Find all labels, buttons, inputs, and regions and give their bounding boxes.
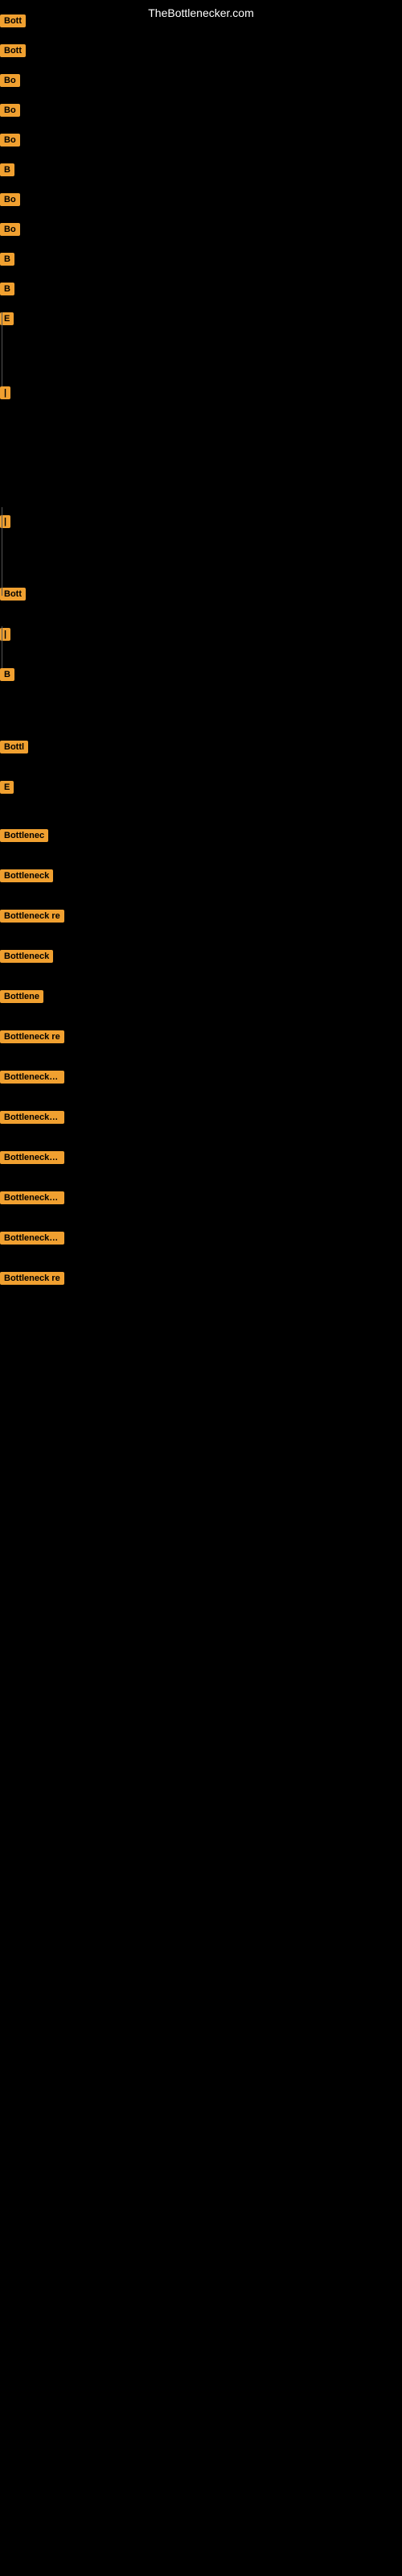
badge-label: Bott [0, 44, 26, 57]
badge-label: Bottlene [0, 990, 43, 1003]
badge-label: Bottleneck re [0, 1030, 64, 1043]
badge-row: E [0, 781, 14, 794]
badge-row: Bottleneck re [0, 1272, 64, 1285]
badge-label: Bottleneck re [0, 1272, 64, 1285]
badge-row: Bottleneck resu [0, 1232, 64, 1245]
badge-row: Bottleneck res [0, 1151, 64, 1164]
badge-label: B [0, 283, 14, 295]
badge-label: Bottl [0, 741, 28, 753]
badge-row: Bottl [0, 741, 28, 753]
badge-row: Bottleneck [0, 869, 53, 882]
badge-label: Bott [0, 588, 26, 601]
badge-label: Bottlenec [0, 829, 48, 842]
badge-row: Bottleneck [0, 950, 53, 963]
badge-row: Bo [0, 193, 20, 206]
badge-row: Bott [0, 588, 26, 601]
badge-row: Bottleneck res [0, 1071, 64, 1084]
badge-row: Bo [0, 223, 20, 236]
badge-row: B [0, 668, 14, 681]
badge-label: Bottleneck resi [0, 1191, 64, 1204]
badge-row: Bottleneck re [0, 910, 64, 923]
badge-row: Bott [0, 14, 26, 27]
badge-label: Bottleneck res [0, 1151, 64, 1164]
badge-label: Bottleneck [0, 869, 53, 882]
badge-row: Bottleneck resi [0, 1191, 64, 1204]
badge-row: Bott [0, 44, 26, 57]
badge-label: Bo [0, 223, 20, 236]
badge-row: Bottleneck res [0, 1111, 64, 1124]
badge-label: Bo [0, 193, 20, 206]
badge-row: Bo [0, 134, 20, 147]
badge-label: | [0, 386, 10, 399]
badge-label: Bottleneck re [0, 910, 64, 923]
badge-row: Bo [0, 74, 20, 87]
badge-label: Bottleneck res [0, 1071, 64, 1084]
badge-label: B [0, 253, 14, 266]
badge-row: Bottlene [0, 990, 43, 1003]
badge-label: Bo [0, 134, 20, 147]
badge-row: Bottleneck re [0, 1030, 64, 1043]
badge-label: Bottleneck res [0, 1111, 64, 1124]
badge-row: B [0, 283, 14, 295]
badge-row: Bo [0, 104, 20, 117]
badge-label: Bott [0, 14, 26, 27]
badge-label: B [0, 668, 14, 681]
badge-row: | [0, 386, 10, 399]
badge-label: E [0, 781, 14, 794]
badge-row: Bottlenec [0, 829, 48, 842]
badge-row: B [0, 163, 14, 176]
badge-row: B [0, 253, 14, 266]
badge-label: Bo [0, 104, 20, 117]
site-title: TheBottlenecker.com [0, 0, 402, 23]
badge-label: Bo [0, 74, 20, 87]
badge-label: Bottleneck [0, 950, 53, 963]
badge-label: Bottleneck resu [0, 1232, 64, 1245]
badge-label: B [0, 163, 14, 176]
